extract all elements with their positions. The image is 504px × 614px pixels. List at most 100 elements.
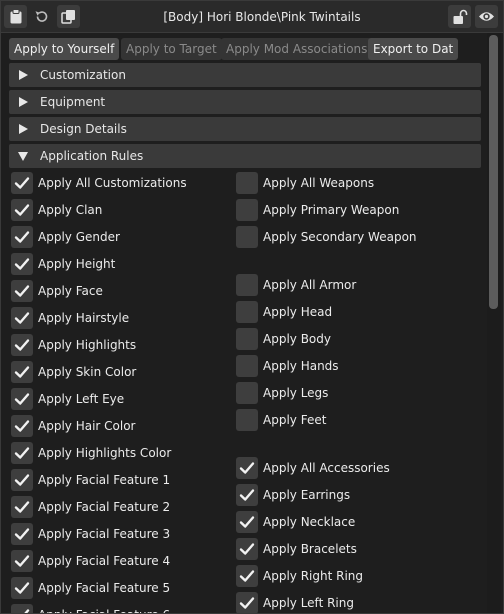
section-label: Customization — [40, 68, 126, 82]
scrollbar[interactable] — [487, 33, 501, 613]
checkbox-checked[interactable] — [11, 307, 33, 329]
checkbox-checked[interactable] — [11, 604, 33, 613]
checkbox-apply-facial-feature-1[interactable]: Apply Facial Feature 1 — [11, 469, 231, 491]
checkbox-checked[interactable] — [11, 361, 33, 383]
export-to-dat-button[interactable]: Export to Dat — [368, 38, 459, 60]
checkbox-label: Apply Primary Weapon — [263, 203, 400, 217]
checkbox-apply-facial-feature-3[interactable]: Apply Facial Feature 3 — [11, 523, 231, 545]
visibility-button[interactable] — [475, 5, 498, 28]
checkmark-icon — [14, 393, 30, 405]
checkbox-label: Apply Hands — [263, 359, 339, 373]
checkbox-unchecked[interactable] — [236, 355, 258, 377]
section-application-rules[interactable]: Application Rules — [9, 144, 481, 168]
checkbox-apply-facial-feature-2[interactable]: Apply Facial Feature 2 — [11, 496, 231, 518]
copy-icon — [61, 10, 75, 24]
window-title: [Body] Hori Blonde\Pink Twintails — [163, 10, 361, 24]
apply-to-target-button[interactable]: Apply to Target — [121, 38, 222, 60]
checkbox-apply-highlights-color[interactable]: Apply Highlights Color — [11, 442, 231, 464]
checkbox-checked[interactable] — [236, 592, 258, 613]
checkbox-label: Apply Feet — [263, 413, 327, 427]
checkbox-label: Apply All Accessories — [263, 461, 390, 475]
checkbox-apply-left-eye[interactable]: Apply Left Eye — [11, 388, 231, 410]
checkbox-apply-bracelets[interactable]: Apply Bracelets — [236, 538, 456, 560]
checkbox-checked[interactable] — [11, 577, 33, 599]
checkbox-checked[interactable] — [11, 199, 33, 221]
copy-button[interactable] — [57, 5, 80, 28]
checkbox-checked[interactable] — [11, 334, 33, 356]
checkbox-unchecked[interactable] — [236, 199, 258, 221]
checkbox-label: Apply Right Ring — [263, 569, 364, 583]
checkbox-apply-hair-color[interactable]: Apply Hair Color — [11, 415, 231, 437]
checkbox-apply-all-armor[interactable]: Apply All Armor — [236, 274, 456, 296]
checkbox-apply-hairstyle[interactable]: Apply Hairstyle — [11, 307, 231, 329]
checkbox-unchecked[interactable] — [236, 301, 258, 323]
title-bar: [Body] Hori Blonde\Pink Twintails — [1, 1, 503, 33]
section-equipment[interactable]: Equipment — [9, 90, 481, 114]
checkmark-icon — [14, 555, 30, 567]
unlock-icon — [453, 9, 467, 24]
checkbox-apply-necklace[interactable]: Apply Necklace — [236, 511, 456, 533]
checkmark-icon — [239, 489, 255, 501]
checkbox-unchecked[interactable] — [236, 226, 258, 248]
lock-toggle-button[interactable] — [448, 5, 471, 28]
checkbox-unchecked[interactable] — [236, 172, 258, 194]
checkbox-apply-face[interactable]: Apply Face — [11, 280, 231, 302]
checkbox-apply-secondary-weapon[interactable]: Apply Secondary Weapon — [236, 226, 456, 248]
checkbox-apply-height[interactable]: Apply Height — [11, 253, 231, 275]
checkbox-unchecked[interactable] — [236, 382, 258, 404]
checkbox-checked[interactable] — [236, 538, 258, 560]
checkbox-apply-head[interactable]: Apply Head — [236, 301, 456, 323]
checkbox-checked[interactable] — [11, 550, 33, 572]
checkbox-apply-gender[interactable]: Apply Gender — [11, 226, 231, 248]
checkbox-checked[interactable] — [11, 469, 33, 491]
checkbox-label: Apply Height — [38, 257, 116, 271]
checkbox-apply-all-weapons[interactable]: Apply All Weapons — [236, 172, 456, 194]
checkbox-apply-facial-feature-5[interactable]: Apply Facial Feature 5 — [11, 577, 231, 599]
checkbox-apply-facial-feature-6[interactable]: Apply Facial Feature 6 — [11, 604, 231, 613]
checkbox-checked[interactable] — [11, 442, 33, 464]
section-design-details[interactable]: Design Details — [9, 117, 481, 141]
checkbox-apply-hands[interactable]: Apply Hands — [236, 355, 456, 377]
checkbox-checked[interactable] — [236, 511, 258, 533]
scrollbar-thumb[interactable] — [489, 35, 498, 309]
checkmark-icon — [14, 177, 30, 189]
checkbox-apply-all-customizations[interactable]: Apply All Customizations — [11, 172, 231, 194]
checkbox-checked[interactable] — [236, 457, 258, 479]
checkbox-checked[interactable] — [11, 253, 33, 275]
checkbox-checked[interactable] — [236, 565, 258, 587]
checkbox-apply-all-accessories[interactable]: Apply All Accessories — [236, 457, 456, 479]
checkmark-icon — [239, 597, 255, 609]
checkbox-checked[interactable] — [11, 388, 33, 410]
checkmark-icon — [14, 501, 30, 513]
checkbox-checked[interactable] — [11, 280, 33, 302]
checkbox-checked[interactable] — [11, 523, 33, 545]
checkbox-apply-legs[interactable]: Apply Legs — [236, 382, 456, 404]
checkbox-apply-primary-weapon[interactable]: Apply Primary Weapon — [236, 199, 456, 221]
checkbox-unchecked[interactable] — [236, 328, 258, 350]
checkbox-apply-earrings[interactable]: Apply Earrings — [236, 484, 456, 506]
checkbox-checked[interactable] — [11, 172, 33, 194]
checkbox-label: Apply Highlights — [38, 338, 137, 352]
checkbox-unchecked[interactable] — [236, 409, 258, 431]
checkbox-apply-right-ring[interactable]: Apply Right Ring — [236, 565, 456, 587]
checkbox-apply-body[interactable]: Apply Body — [236, 328, 456, 350]
checkbox-apply-feet[interactable]: Apply Feet — [236, 409, 456, 431]
checkbox-label: Apply Necklace — [263, 515, 356, 529]
apply-to-yourself-button[interactable]: Apply to Yourself — [9, 38, 120, 60]
checkbox-unchecked[interactable] — [236, 274, 258, 296]
checkbox-label: Apply Facial Feature 4 — [38, 554, 171, 568]
checkbox-apply-highlights[interactable]: Apply Highlights — [11, 334, 231, 356]
apply-mod-associations-button[interactable]: Apply Mod Associations — [221, 38, 373, 60]
checkbox-apply-left-ring[interactable]: Apply Left Ring — [236, 592, 456, 613]
section-customization[interactable]: Customization — [9, 63, 481, 87]
checkbox-checked[interactable] — [11, 496, 33, 518]
clipboard-button[interactable] — [4, 5, 27, 28]
checkbox-apply-skin-color[interactable]: Apply Skin Color — [11, 361, 231, 383]
checkbox-apply-clan[interactable]: Apply Clan — [11, 199, 231, 221]
checkbox-checked[interactable] — [236, 484, 258, 506]
checkbox-checked[interactable] — [11, 415, 33, 437]
undo-button[interactable] — [30, 5, 53, 28]
checkmark-icon — [14, 447, 30, 459]
checkbox-checked[interactable] — [11, 226, 33, 248]
checkbox-apply-facial-feature-4[interactable]: Apply Facial Feature 4 — [11, 550, 231, 572]
